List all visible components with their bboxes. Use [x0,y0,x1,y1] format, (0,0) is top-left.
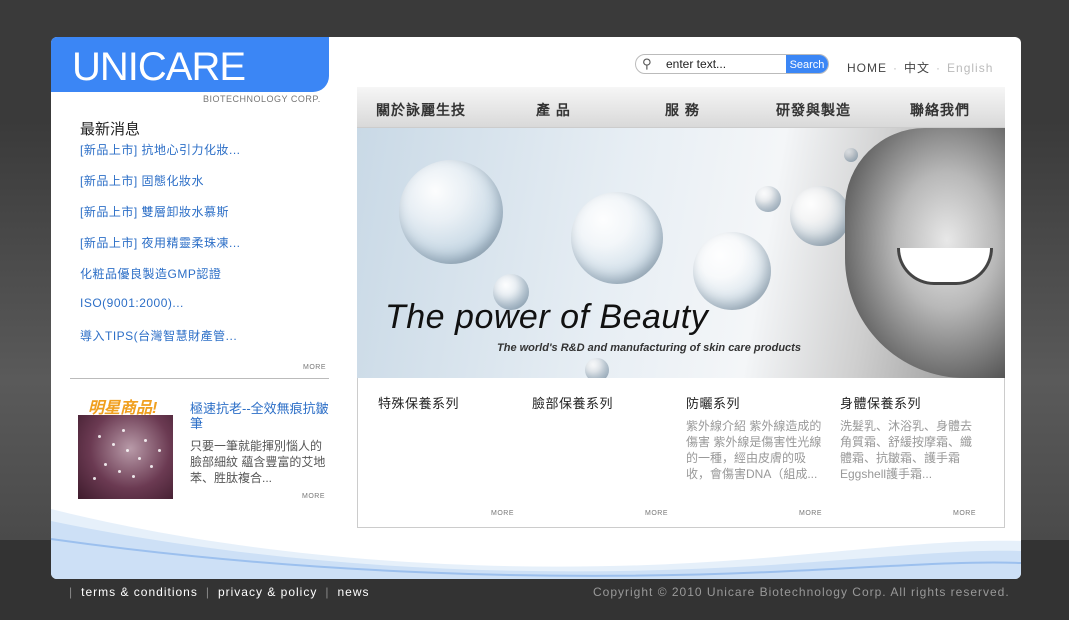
news-item[interactable]: 導入TIPS(台灣智慧財產管... [80,327,241,358]
top-links: HOME · 中文 · English [847,59,993,76]
footer-link-news[interactable]: news [337,585,369,599]
news-item[interactable]: ISO(9001:2000)... [80,296,241,327]
logo-box[interactable]: UNICARE [51,37,329,92]
search-box: ⚲ Search [635,54,829,74]
news-heading: 最新消息 [80,121,141,138]
news-item[interactable]: [新品上市] 抗地心引力化妝... [80,141,241,172]
footer-links: | terms & conditions | privacy & policy | new… [61,585,369,599]
category-desc: 紫外線介紹 紫外線造成的傷害 紫外線是傷害性光線的一種，經由皮膚的吸收，會傷害D… [686,419,822,481]
logo-subtitle: BIOTECHNOLOGY CORP. [203,94,321,104]
separator: · [893,61,898,75]
main-nav: 關於詠麗生技 產 品 服 務 研發與製造 聯絡我們 [357,87,1005,128]
category-card: 特殊保養系列 [378,393,503,418]
separator: · [936,61,942,75]
logo[interactable]: UNICARE [72,45,246,90]
footer-link-terms[interactable]: terms & conditions [81,585,198,599]
nav-item-rnd[interactable]: 研發與製造 [776,100,851,120]
search-icon: ⚲ [642,56,652,71]
copyright: Copyright © 2010 Unicare Biotechnology C… [593,585,1010,599]
hero-banner: The power of Beauty The world's R&D and … [357,128,1005,378]
bubble-small [755,186,781,212]
category-card: 防曬系列 紫外線介紹 紫外線造成的傷害 紫外線是傷害性光線的一種，經由皮膚的吸收… [686,393,826,482]
nav-item-services[interactable]: 服 務 [665,100,700,120]
bubble-small [585,358,609,378]
home-link[interactable]: HOME [847,61,887,75]
news-more-link[interactable]: MORE [303,364,326,371]
category-title[interactable]: 身體保養系列 [840,393,980,412]
category-card: 臉部保養系列 [532,393,657,418]
featured-product-desc: 只要一筆就能揮別惱人的臉部細紋 蘊含豐富的艾地苯、胜肽複合... [190,439,326,485]
featured-product-link[interactable]: 極速抗老--全效無痕抗皺筆 [190,401,330,431]
news-list: [新品上市] 抗地心引力化妝... [新品上市] 固態化妝水 [新品上市] 雙層… [80,141,241,358]
bubble-beaker [399,160,503,264]
category-card: 身體保養系列 洗髮乳、沐浴乳、身體去角質霜、舒緩按摩霜、纖體霜、抗皺霜、護手霜 … [840,393,980,482]
category-title[interactable]: 防曬系列 [686,393,826,412]
footer-link-privacy[interactable]: privacy & policy [218,585,317,599]
news-item[interactable]: [新品上市] 夜用精靈柔珠凍... [80,234,241,265]
bubble-sunflower [790,186,850,246]
news-item[interactable]: 化粧品優良製造GMP認證 [80,265,241,296]
featured-product-image[interactable] [78,415,173,499]
category-title[interactable]: 特殊保養系列 [378,393,503,412]
bubble-small [844,148,858,162]
english-link[interactable]: English [947,61,993,75]
divider [70,378,329,379]
banner-subtitle: The world's R&D and manufacturing of ski… [497,342,801,354]
category-title[interactable]: 臉部保養系列 [532,393,657,412]
news-item[interactable]: [新品上市] 固態化妝水 [80,172,241,203]
nav-item-contact[interactable]: 聯絡我們 [910,100,970,120]
bubble-dna [571,192,663,284]
decorative-wave [51,509,1021,579]
search-input[interactable] [666,57,784,71]
search-button[interactable]: Search [786,55,828,73]
chinese-link[interactable]: 中文 [904,61,930,75]
nav-item-about[interactable]: 關於詠麗生技 [376,100,466,120]
separator: | [325,585,330,599]
category-desc: 洗髮乳、沐浴乳、身體去角質霜、舒緩按摩霜、纖體霜、抗皺霜、護手霜 Eggshel… [840,419,973,481]
nav-item-products[interactable]: 產 品 [536,100,571,120]
news-item[interactable]: [新品上市] 雙層卸妝水慕斯 [80,203,241,234]
separator: | [69,585,74,599]
separator: | [205,585,210,599]
banner-title: The power of Beauty [385,298,709,336]
main-card: UNICARE BIOTECHNOLOGY CORP. 最新消息 [新品上市] … [51,37,1021,579]
